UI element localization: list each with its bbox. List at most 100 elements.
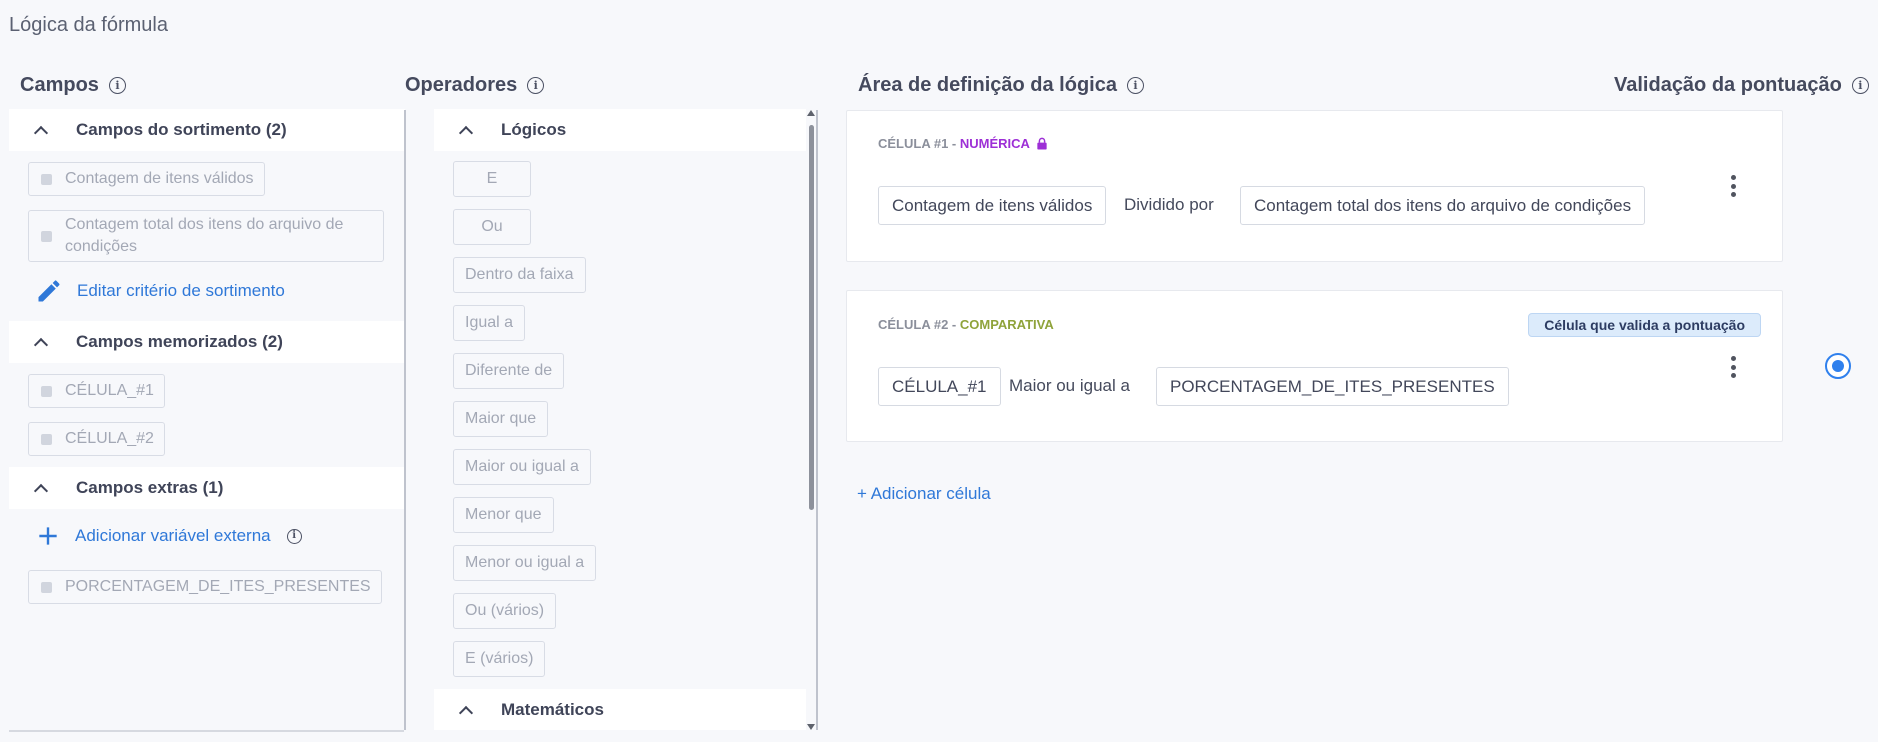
- logic-cell-2[interactable]: CÉLULA #2 - COMPARATIVA Célula que valid…: [846, 290, 1783, 442]
- pencil-icon: [38, 280, 60, 302]
- cell-type: NUMÉRICA: [959, 136, 1030, 151]
- drag-handle-icon: [41, 173, 52, 185]
- info-icon[interactable]: i: [108, 77, 126, 94]
- kebab-icon[interactable]: [1731, 175, 1737, 199]
- campos-panel: Campos do sortimento (2) Contagem de ite…: [9, 109, 405, 730]
- chevron-up-icon[interactable]: [33, 483, 49, 499]
- operator-label: Igual a: [465, 314, 514, 331]
- operator-chip[interactable]: E (vários): [453, 641, 546, 677]
- group-title: Campos extras (1): [76, 478, 224, 497]
- operadores-panel: Lógicos E Ou Dentro da faixa Igual a Dif…: [434, 109, 814, 730]
- add-external-variable-link[interactable]: Adicionar variável externa i: [35, 523, 302, 549]
- operator-chip[interactable]: Ou: [453, 209, 531, 245]
- cell-operand-left[interactable]: CÉLULA_#1: [878, 367, 1001, 406]
- info-icon[interactable]: i: [286, 528, 302, 544]
- validacao-header: Validação da pontuação i: [1614, 74, 1869, 97]
- field-chip[interactable]: Contagem total dos itens do arquivo de c…: [28, 210, 384, 262]
- operator-label: E (vários): [465, 650, 534, 667]
- chevron-up-icon[interactable]: [33, 125, 49, 141]
- field-chip[interactable]: PORCENTAGEM_DE_ITES_PRESENTES: [28, 570, 382, 604]
- group-header-logicos[interactable]: Lógicos: [434, 109, 806, 151]
- operadores-scrollbar[interactable]: [806, 110, 816, 730]
- operator-label: Diferente de: [465, 362, 553, 379]
- chevron-up-icon[interactable]: [33, 337, 49, 353]
- cell-type: COMPARATIVA: [959, 317, 1054, 332]
- area-header: Área de definição da lógica i: [858, 74, 1144, 97]
- cell-tag: CÉLULA #2 - COMPARATIVA: [878, 317, 1054, 332]
- info-icon[interactable]: i: [1126, 77, 1144, 94]
- divider: [9, 730, 404, 732]
- operand-label: CÉLULA_#1: [892, 376, 987, 396]
- logic-cell-1[interactable]: CÉLULA #1 - NUMÉRICA Contagem de itens v…: [846, 110, 1783, 262]
- group-title: Matemáticos: [501, 700, 604, 719]
- operator-chip[interactable]: E: [453, 161, 531, 197]
- scrollbar-thumb[interactable]: [809, 125, 814, 510]
- cell-operator[interactable]: Dividido por: [1124, 195, 1214, 215]
- area-title: Área de definição da lógica: [858, 74, 1117, 96]
- operadores-header: Operadores i: [405, 74, 545, 97]
- group-header-extras[interactable]: Campos extras (1): [9, 467, 405, 509]
- drag-handle-icon: [41, 433, 52, 445]
- plus-icon: [39, 527, 57, 545]
- info-icon[interactable]: i: [1851, 77, 1869, 94]
- operator-chip[interactable]: Menor que: [453, 497, 554, 533]
- divider: [404, 110, 406, 730]
- group-title: Lógicos: [501, 120, 567, 139]
- cell-label: CÉLULA #1: [878, 136, 949, 151]
- operator-label: Ou (vários): [465, 602, 545, 619]
- operator-chip[interactable]: Dentro da faixa: [453, 257, 586, 293]
- cell-tag-separator: -: [948, 317, 960, 332]
- cell-operator[interactable]: Maior ou igual a: [1009, 376, 1130, 396]
- field-label: Contagem de itens válidos: [65, 170, 254, 187]
- drag-handle-icon: [41, 581, 52, 593]
- cell-operand-right[interactable]: PORCENTAGEM_DE_ITES_PRESENTES: [1156, 367, 1509, 406]
- validates-score-badge: Célula que valida a pontuação: [1528, 313, 1761, 337]
- campos-title: Campos: [20, 74, 99, 96]
- field-label: Contagem total dos itens do arquivo de c…: [65, 216, 344, 255]
- operator-label: E: [486, 170, 498, 187]
- group-header-sortimento[interactable]: Campos do sortimento (2): [9, 109, 405, 151]
- cell-operand-right[interactable]: Contagem total dos itens do arquivo de c…: [1240, 186, 1646, 225]
- operator-label: Menor ou igual a: [465, 554, 585, 571]
- scroll-up-arrow-icon[interactable]: [807, 110, 815, 116]
- cell-operand-left[interactable]: Contagem de itens válidos: [878, 186, 1107, 225]
- field-label: CÉLULA_#2: [65, 430, 154, 447]
- edit-sortimento-link[interactable]: Editar critério de sortimento: [35, 277, 285, 305]
- field-chip[interactable]: CÉLULA_#2: [28, 422, 165, 456]
- operand-label: PORCENTAGEM_DE_ITES_PRESENTES: [1170, 376, 1495, 396]
- operadores-title: Operadores: [405, 74, 518, 96]
- lock-icon: [1037, 137, 1047, 150]
- cell-tag: CÉLULA #1 - NUMÉRICA: [878, 136, 1048, 151]
- field-chip[interactable]: Contagem de itens válidos: [28, 162, 265, 196]
- campos-header: Campos i: [20, 74, 126, 97]
- kebab-icon[interactable]: [1731, 356, 1737, 380]
- link-label: Adicionar variável externa: [75, 526, 271, 545]
- chevron-up-icon[interactable]: [458, 705, 474, 721]
- scroll-down-arrow-icon[interactable]: [807, 724, 815, 730]
- operator-label: Menor que: [465, 506, 542, 523]
- validation-radio[interactable]: [1825, 353, 1851, 379]
- operator-chip[interactable]: Maior ou igual a: [453, 449, 591, 485]
- drag-handle-icon: [41, 230, 52, 242]
- field-label: PORCENTAGEM_DE_ITES_PRESENTES: [65, 578, 371, 595]
- field-label: CÉLULA_#1: [65, 382, 154, 399]
- operator-chip[interactable]: Igual a: [453, 305, 526, 341]
- add-cell-link[interactable]: + Adicionar célula: [857, 484, 991, 504]
- cell-label: CÉLULA #2: [878, 317, 949, 332]
- group-header-matematicos[interactable]: Matemáticos: [434, 689, 806, 730]
- operator-chip[interactable]: Menor ou igual a: [453, 545, 597, 581]
- operator-chip[interactable]: Ou (vários): [453, 593, 557, 629]
- group-title: Campos memorizados (2): [76, 332, 283, 351]
- operator-chip[interactable]: Diferente de: [453, 353, 565, 389]
- operator-label: Ou: [481, 218, 503, 235]
- chevron-up-icon[interactable]: [458, 125, 474, 141]
- validacao-title: Validação da pontuação: [1614, 74, 1842, 96]
- group-title: Campos do sortimento (2): [76, 120, 287, 139]
- operator-chip[interactable]: Maior que: [453, 401, 549, 437]
- page-title: Lógica da fórmula: [9, 14, 168, 36]
- info-icon[interactable]: i: [527, 77, 545, 94]
- field-chip[interactable]: CÉLULA_#1: [28, 374, 165, 408]
- link-label: Editar critério de sortimento: [77, 281, 285, 300]
- divider: [816, 110, 818, 730]
- group-header-memorizados[interactable]: Campos memorizados (2): [9, 321, 405, 363]
